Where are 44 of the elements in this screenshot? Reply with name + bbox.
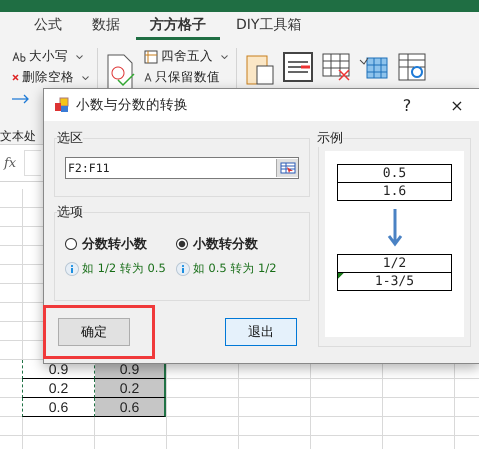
table-cell: 0.2 bbox=[22, 379, 95, 398]
ribbon-tab[interactable]: 数据 bbox=[78, 12, 134, 40]
ribbon-tool[interactable]: 四舍五入 bbox=[144, 48, 228, 65]
hint-text: 如 0.5 转为 1/2 bbox=[192, 261, 277, 276]
case-icon bbox=[12, 52, 26, 62]
list-icon[interactable] bbox=[283, 52, 313, 82]
info-icon bbox=[65, 262, 79, 276]
radio-option[interactable]: 分数转小数 bbox=[65, 235, 166, 253]
arrow-icon bbox=[12, 94, 30, 104]
close-button[interactable]: × bbox=[435, 89, 479, 121]
group-title: 选项 bbox=[57, 204, 83, 221]
app-icon bbox=[54, 97, 70, 113]
table-cell: 0.6 bbox=[95, 398, 166, 417]
table-delete-icon[interactable] bbox=[321, 52, 351, 82]
table-icon bbox=[144, 50, 158, 64]
example-cell: 1-3/5 bbox=[337, 272, 452, 291]
group-label: 文本处 bbox=[0, 129, 36, 143]
example-cell: 1/2 bbox=[337, 254, 452, 273]
ribbon-tool[interactable]: 删除空格 bbox=[12, 69, 89, 86]
function-button[interactable]: fx bbox=[4, 156, 16, 170]
group-title: 选区 bbox=[57, 130, 83, 147]
letters-icon bbox=[144, 73, 152, 82]
dialog-button[interactable]: 退出 bbox=[225, 318, 297, 346]
example-cell: 0.5 bbox=[337, 164, 452, 183]
info-icon bbox=[176, 262, 190, 276]
table-search-icon[interactable] bbox=[397, 52, 427, 82]
help-button[interactable]: ? bbox=[385, 89, 429, 121]
down-arrow-icon bbox=[386, 209, 402, 247]
ribbon-tool[interactable]: 大小写 bbox=[12, 48, 89, 65]
ribbon-tab[interactable]: 公式 bbox=[20, 12, 76, 40]
table-cell: 0.6 bbox=[22, 398, 95, 417]
range-field[interactable]: F2:F11 bbox=[65, 157, 299, 179]
formula-input[interactable] bbox=[24, 150, 42, 176]
ribbon-tab[interactable]: DIY工具箱 bbox=[222, 12, 316, 40]
dialog-button[interactable]: 确定 bbox=[58, 318, 130, 346]
example-cell: 1.6 bbox=[337, 182, 452, 201]
ribbon-tool[interactable]: 只保留数值 bbox=[144, 69, 228, 86]
delete-icon bbox=[12, 74, 19, 81]
window-title: 小数与分数的转换 bbox=[76, 96, 189, 114]
radio-option[interactable]: 小数转分数 bbox=[176, 235, 277, 253]
group-title: 示例 bbox=[317, 130, 343, 147]
range-picker-button[interactable] bbox=[276, 159, 298, 177]
table-cell: 0.2 bbox=[95, 379, 166, 398]
hint-text: 如 1/2 转为 0.5 bbox=[82, 261, 166, 276]
